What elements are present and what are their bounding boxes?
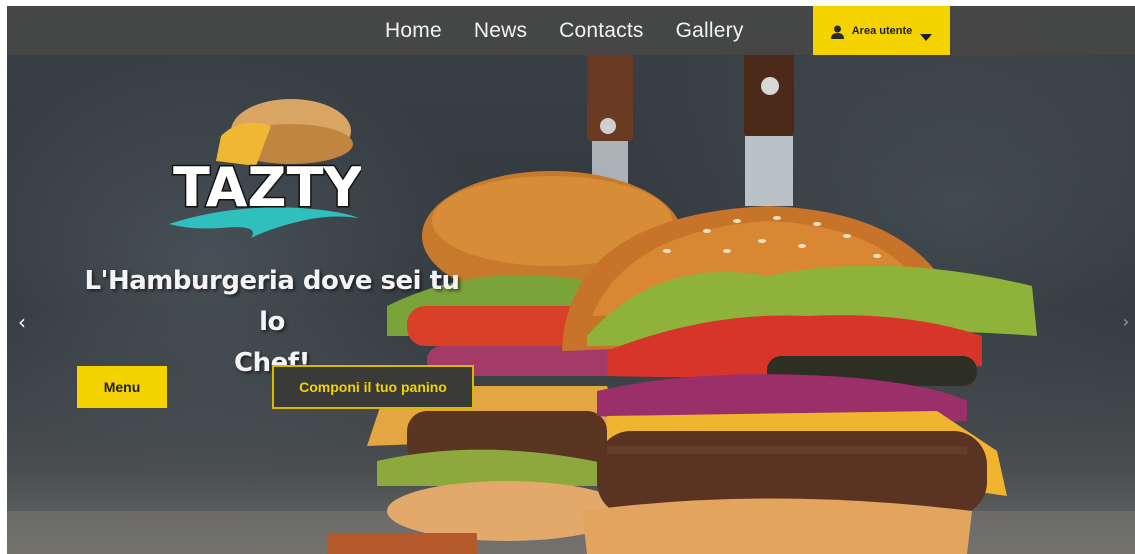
page-frame: TAZTY L'Hamburgeria dove sei tu lo Chef!…	[7, 6, 1135, 554]
menu-button[interactable]: Menu	[77, 366, 167, 408]
user-area-label: Area utente	[851, 24, 913, 37]
user-icon	[830, 24, 844, 39]
top-navbar: Home News Contacts Gallery Area utente	[7, 6, 1135, 55]
caret-down-icon	[920, 27, 933, 41]
carousel-next-arrow-icon[interactable]: ›	[1119, 309, 1133, 335]
logo-text: TAZTY	[173, 156, 361, 219]
nav-link-news[interactable]: News	[474, 19, 527, 43]
compose-sandwich-button[interactable]: Componi il tuo panino	[272, 365, 474, 409]
tazty-logo[interactable]: TAZTY	[161, 96, 365, 246]
nav-links: Home News Contacts Gallery	[385, 6, 744, 55]
headline-line-1: L'Hamburgeria dove sei tu lo	[84, 266, 460, 337]
user-area-dropdown-button[interactable]: Area utente	[813, 6, 950, 55]
nav-link-home[interactable]: Home	[385, 19, 442, 43]
carousel-prev-arrow-icon[interactable]: ‹	[13, 309, 31, 335]
nav-link-contacts[interactable]: Contacts	[559, 19, 643, 43]
logo-graphic: TAZTY	[169, 99, 365, 238]
nav-link-gallery[interactable]: Gallery	[676, 19, 744, 43]
